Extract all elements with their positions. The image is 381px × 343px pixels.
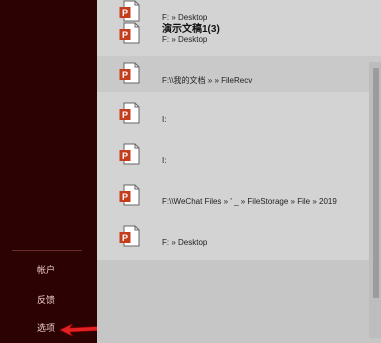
recent-file-list: P F: » Desktop P 演示文稿1(3) F: » Desktop P <box>97 0 381 260</box>
sidebar-item-account[interactable]: 帐户 <box>0 259 97 281</box>
svg-text:P: P <box>122 151 128 161</box>
svg-text:P: P <box>122 70 128 80</box>
powerpoint-file-icon: P <box>119 22 140 44</box>
sidebar-item-feedback[interactable]: 反馈 <box>0 289 97 311</box>
recent-files-panel: P F: » Desktop P 演示文稿1(3) F: » Desktop P <box>97 0 381 343</box>
powerpoint-file-icon: P <box>119 143 140 165</box>
powerpoint-file-icon: P <box>119 184 140 206</box>
svg-text:P: P <box>122 233 128 243</box>
file-path: I: <box>162 156 167 165</box>
powerpoint-file-icon: P <box>119 62 140 84</box>
file-row[interactable]: P I: <box>97 96 381 132</box>
svg-text:P: P <box>122 110 128 120</box>
file-path: I: <box>162 115 167 124</box>
file-row[interactable]: P F:\\WeChat Files » ' _ » FileStorage »… <box>97 178 381 214</box>
file-path: F:\\我的文档 » » FileRecv <box>162 76 253 85</box>
file-path: F:\\WeChat Files » ' _ » FileStorage » F… <box>162 197 337 206</box>
file-path: F: » Desktop <box>162 35 208 44</box>
powerpoint-file-icon: P <box>119 225 140 247</box>
scrollbar-thumb[interactable] <box>373 68 379 298</box>
file-name: 演示文稿1(3) <box>162 24 220 35</box>
file-row[interactable]: P F:\\我的文档 » » FileRecv <box>97 56 381 92</box>
vertical-scrollbar[interactable] <box>369 62 381 338</box>
file-row[interactable]: P F: » Desktop <box>97 219 381 255</box>
file-row[interactable]: P 演示文稿1(3) F: » Desktop <box>97 16 381 52</box>
svg-text:P: P <box>122 30 128 40</box>
file-path: F: » Desktop <box>162 238 208 247</box>
file-row[interactable]: P I: <box>97 137 381 173</box>
sidebar-divider <box>12 250 82 251</box>
backstage-sidebar: 帐户 反馈 选项 <box>0 0 97 343</box>
powerpoint-file-icon: P <box>119 102 140 124</box>
svg-text:P: P <box>122 192 128 202</box>
